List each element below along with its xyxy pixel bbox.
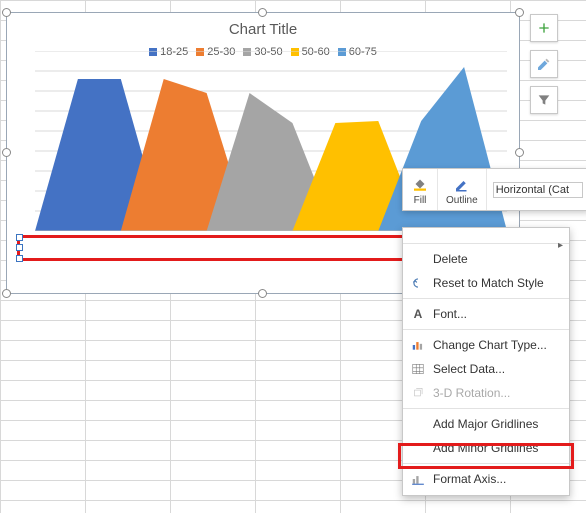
pen-icon xyxy=(453,175,471,193)
menu-format-axis[interactable]: Format Axis... xyxy=(403,467,569,491)
reset-icon xyxy=(409,274,427,292)
menu-reset-match-style[interactable]: Reset to Match Style xyxy=(403,271,569,295)
fill-button[interactable]: Fill xyxy=(403,169,438,210)
chart-type-icon xyxy=(409,336,427,354)
outline-label: Outline xyxy=(446,195,478,206)
menu-change-chart-type[interactable]: Change Chart Type... xyxy=(403,333,569,357)
format-axis-icon xyxy=(409,470,427,488)
menu-font[interactable]: A Font... xyxy=(403,302,569,326)
menu-delete[interactable]: Delete xyxy=(403,247,569,271)
table-icon xyxy=(409,360,427,378)
chart-title[interactable]: Chart Title xyxy=(7,13,519,40)
menu-cut-disabled[interactable]: ▸ xyxy=(403,232,569,240)
fill-label: Fill xyxy=(414,195,427,206)
mini-toolbar: Fill Outline xyxy=(402,168,586,211)
menu-3d-rotation: 3-D Rotation... xyxy=(403,381,569,405)
rotation-icon xyxy=(409,384,427,402)
chart-element-selector[interactable] xyxy=(487,169,586,210)
chart-elements-button[interactable] xyxy=(530,14,558,42)
menu-select-data[interactable]: Select Data... xyxy=(403,357,569,381)
chart-side-buttons xyxy=(530,14,558,122)
font-icon: A xyxy=(409,305,427,323)
menu-add-major-gridlines[interactable]: Add Major Gridlines xyxy=(403,412,569,436)
chart-filter-button[interactable] xyxy=(530,86,558,114)
outline-button[interactable]: Outline xyxy=(438,169,487,210)
paint-bucket-icon xyxy=(411,175,429,193)
chart-styles-button[interactable] xyxy=(530,50,558,78)
element-selector-input[interactable] xyxy=(493,182,583,198)
format-axis-highlight xyxy=(398,443,574,469)
